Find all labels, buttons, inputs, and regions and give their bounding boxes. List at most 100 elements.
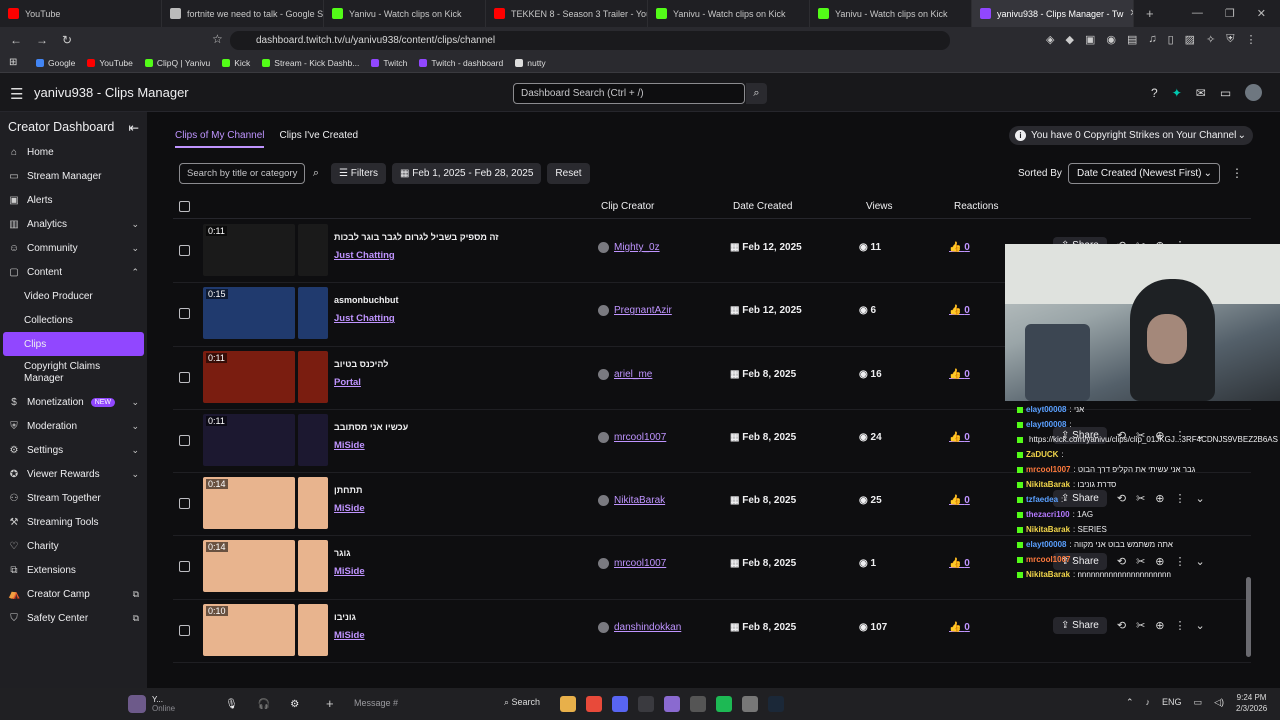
- sidebar-item-clips[interactable]: Clips: [3, 332, 144, 356]
- discord-icon[interactable]: [612, 696, 628, 712]
- clock[interactable]: 9:24 PM 2/3/2026: [1236, 692, 1267, 714]
- reset-button[interactable]: Reset: [547, 163, 590, 184]
- tab-clips-of-my-channel[interactable]: Clips of My Channel: [175, 130, 265, 148]
- clip-reactions[interactable]: 👍 0: [949, 495, 970, 506]
- minimize-icon[interactable]: —: [1192, 7, 1203, 20]
- clip-category-link[interactable]: Just Chatting: [334, 250, 395, 261]
- clip-title[interactable]: זה מספיק בשביל לגרום לגבר בוגר לבכות: [334, 232, 499, 242]
- forward-icon[interactable]: →: [36, 33, 48, 47]
- app-icon[interactable]: [690, 696, 706, 712]
- browser-tab[interactable]: YouTube: [0, 0, 162, 27]
- clip-reactions[interactable]: 👍 0: [949, 305, 970, 316]
- browser-tab[interactable]: fortnite we need to talk - Google Se: [162, 0, 324, 27]
- extension-icon[interactable]: ▣: [1085, 33, 1095, 46]
- reload-icon[interactable]: ↻: [62, 33, 72, 47]
- clip-category-link[interactable]: MiSide: [334, 503, 365, 514]
- browser-tab[interactable]: Yanivu - Watch clips on Kick: [324, 0, 486, 27]
- tab-clips-ive-created[interactable]: Clips I've Created: [279, 130, 358, 148]
- whisper-icon[interactable]: ▭: [1220, 86, 1231, 101]
- search-icon[interactable]: ⌕: [307, 163, 325, 184]
- sidebar-item-viewer-rewards[interactable]: ✪ Viewer Rewards ⌄: [0, 462, 147, 486]
- menu-icon[interactable]: ⋮: [1246, 33, 1257, 46]
- volume-icon[interactable]: ◁): [1214, 697, 1224, 708]
- copyright-strikes-badge[interactable]: i You have 0 Copyright Strikes on Your C…: [1009, 126, 1253, 145]
- sidebar-item-stream-together[interactable]: ⚇ Stream Together: [0, 486, 147, 510]
- plus-icon[interactable]: +: [326, 696, 334, 711]
- app-icon[interactable]: [664, 696, 680, 712]
- column-clip-creator[interactable]: Clip Creator: [601, 201, 654, 212]
- sidebar-item-streaming-tools[interactable]: ⚒ Streaming Tools: [0, 510, 147, 534]
- steam-icon[interactable]: [768, 696, 784, 712]
- bookmark-item[interactable]: nutty: [515, 58, 546, 68]
- clip-category-link[interactable]: MiSide: [334, 440, 365, 451]
- more-options-icon[interactable]: ⋮: [1231, 166, 1243, 180]
- brave-icon[interactable]: [586, 696, 602, 712]
- clip-search-input[interactable]: Search by title or category: [179, 163, 305, 184]
- sidebar-item-creator-camp[interactable]: ⛺ Creator Camp ⧉: [0, 582, 147, 606]
- browser-tab[interactable]: Yanivu - Watch clips on Kick: [810, 0, 972, 27]
- bookmark-icon[interactable]: ☆: [212, 32, 223, 46]
- gear-icon[interactable]: ⚙: [290, 699, 299, 710]
- chevron-down-icon[interactable]: ⌄: [1196, 619, 1205, 632]
- bookmark-item[interactable]: YouTube: [87, 58, 133, 68]
- date-range-button[interactable]: ▦ Feb 1, 2025 - Feb 28, 2025: [391, 163, 542, 184]
- sidebar-item-monetization[interactable]: $ Monetization NEW ⌄: [0, 390, 147, 414]
- sidebar-item-copyright-claims-manager[interactable]: Copyright Claims Manager: [0, 356, 147, 390]
- sparkle-icon[interactable]: ✦: [1172, 86, 1182, 101]
- sidebar-item-moderation[interactable]: ⛨ Moderation ⌄: [0, 414, 147, 438]
- filters-button[interactable]: ☰ Filters: [331, 163, 386, 184]
- sidebar-item-community[interactable]: ☺ Community ⌄: [0, 236, 147, 260]
- clip-category-link[interactable]: MiSide: [334, 630, 365, 641]
- clip-creator[interactable]: NikitaBarak: [598, 495, 665, 507]
- clip-creator[interactable]: mrcool1007: [598, 558, 666, 570]
- back-icon[interactable]: ←: [10, 33, 22, 47]
- extension-icon[interactable]: ◈: [1046, 33, 1054, 46]
- hamburger-menu-icon[interactable]: ☰: [10, 85, 23, 103]
- scissors-icon[interactable]: ✂: [1136, 619, 1145, 632]
- clip-title[interactable]: גוניבו: [334, 612, 356, 622]
- column-reactions[interactable]: Reactions: [954, 201, 998, 212]
- collapse-sidebar-icon[interactable]: ⇤: [129, 120, 139, 135]
- sidebar-item-extensions[interactable]: ⧉ Extensions: [0, 558, 147, 582]
- clip-creator[interactable]: ariel_me: [598, 368, 652, 380]
- browser-tab[interactable]: Yanivu - Watch clips on Kick: [648, 0, 810, 27]
- bookmark-item[interactable]: Google: [36, 58, 75, 68]
- sidebar-item-video-producer[interactable]: Video Producer: [0, 284, 147, 308]
- row-checkbox[interactable]: [179, 624, 190, 636]
- file-explorer-icon[interactable]: [560, 696, 576, 712]
- spotify-icon[interactable]: [716, 696, 732, 712]
- clip-category-link[interactable]: MiSide: [334, 566, 365, 577]
- row-checkbox[interactable]: [179, 308, 190, 320]
- clip-creator[interactable]: PregnantAzir: [598, 305, 672, 317]
- extension-icon[interactable]: ♫: [1148, 33, 1156, 46]
- clip-category-link[interactable]: Portal: [334, 377, 361, 388]
- apps-grid-icon[interactable]: ⊞: [9, 57, 17, 68]
- url-field[interactable]: dashboard.twitch.tv/u/yanivu938/content/…: [230, 31, 950, 50]
- clip-reactions[interactable]: 👍 0: [949, 369, 970, 380]
- dashboard-search-input[interactable]: Dashboard Search (Ctrl + /): [513, 83, 745, 104]
- bookmark-item[interactable]: Stream - Kick Dashb...: [262, 58, 359, 68]
- clip-reactions[interactable]: 👍 0: [949, 558, 970, 569]
- clip-title[interactable]: תתחתן: [334, 485, 362, 495]
- mic-icon[interactable]: ♪: [1146, 697, 1151, 708]
- sidebar-item-collections[interactable]: Collections: [0, 308, 147, 332]
- extension-icon[interactable]: ▨: [1185, 33, 1195, 46]
- clip-creator[interactable]: danshindokkan: [598, 621, 681, 633]
- clip-title[interactable]: עכשיו אני מסתובב: [334, 422, 408, 432]
- discord-profile[interactable]: Y... Online 🎙 🎧 ⚙: [128, 695, 299, 713]
- help-icon[interactable]: ?: [1151, 86, 1158, 101]
- row-checkbox[interactable]: [179, 371, 190, 383]
- browser-tab[interactable]: TEKKEN 8 - Season 3 Trailer - YouTu: [486, 0, 648, 27]
- sidebar-item-settings[interactable]: ⚙ Settings ⌄: [0, 438, 147, 462]
- new-tab-icon[interactable]: +: [1146, 6, 1154, 21]
- extension-icon[interactable]: ◉: [1106, 33, 1116, 46]
- column-date-created[interactable]: Date Created: [733, 201, 792, 212]
- row-checkbox[interactable]: [179, 561, 190, 573]
- settings-icon[interactable]: [742, 696, 758, 712]
- sidebar-item-home[interactable]: ⌂ Home: [0, 140, 147, 164]
- taskbar-search[interactable]: ⌕ Search: [504, 697, 540, 708]
- chevron-up-icon[interactable]: ⌃: [1126, 697, 1134, 708]
- network-icon[interactable]: ▭: [1194, 697, 1203, 708]
- extension-icon[interactable]: ▤: [1127, 33, 1137, 46]
- plus-circle-icon[interactable]: ⊕: [1155, 619, 1164, 632]
